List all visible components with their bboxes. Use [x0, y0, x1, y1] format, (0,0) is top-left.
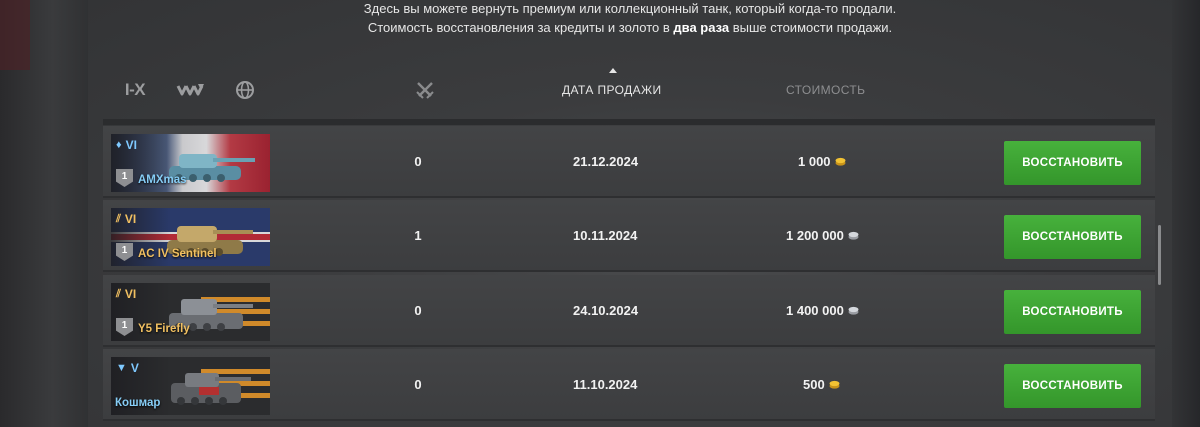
tier-number: VI [125, 138, 137, 152]
restore-button[interactable]: ВОССТАНОВИТЬ [1004, 290, 1141, 334]
tank-card[interactable]: ♦ VI 1 AMXmas [111, 134, 270, 192]
sort-ascending-icon [609, 68, 617, 73]
sort-by-date-header[interactable]: ДАТА ПРОДАЖИ [562, 83, 664, 97]
tank-name: Кошмар [115, 397, 161, 409]
background-right [1172, 0, 1200, 427]
intro-line-2: Стоимость восстановления за кредиты и зо… [88, 19, 1172, 37]
tank-row: ▼ V Кошмар 0 11.10.2024 500 ВОССТАНОВИТЬ [103, 349, 1155, 421]
intro-line-1: Здесь вы можете вернуть премиум или колл… [363, 1, 897, 16]
tank-card[interactable]: ▼ V Кошмар [111, 357, 270, 415]
tank-name: AC IV Sentinel [138, 248, 217, 260]
tier-indicator: ▼ V [116, 361, 139, 375]
sale-date: 24.10.2024 [573, 303, 639, 318]
sort-by-cost-header[interactable]: СТОИМОСТЬ [786, 83, 868, 97]
tier-indicator: ⫽ VI [116, 287, 136, 301]
sale-date: 21.12.2024 [573, 154, 639, 169]
intro-emphasis: два раза [673, 20, 730, 35]
intro-line-2-end: выше стоимости продажи. [729, 20, 893, 35]
header-divider [103, 119, 1155, 125]
tank-name: Y5 Firefly [138, 323, 190, 335]
tank-name: AMXmas [138, 174, 187, 186]
tier-number: VI [124, 287, 137, 301]
tier-filter-button[interactable]: I-X [122, 80, 148, 99]
tier-number: V [130, 361, 139, 375]
tank-row: ♦ VI 1 AMXmas 0 21.12.2024 1 000 ВОССТАН… [103, 126, 1155, 198]
sale-date: 11.10.2024 [573, 377, 638, 392]
restore-cost: 1 000 [798, 154, 846, 169]
restore-cost: 1 200 000 [786, 228, 859, 243]
triangle-down-icon: ▼ [116, 362, 127, 374]
diamond-icon: ♦ [116, 139, 122, 151]
restore-panel: Здесь вы можете вернуть премиум или колл… [88, 0, 1172, 427]
tier-indicator: ♦ VI [116, 138, 137, 152]
chevrons-icon: ⫽ [116, 212, 121, 225]
credits-icon [848, 306, 859, 315]
gold-coin-icon [835, 157, 846, 166]
table-header: I-X ДАТА ПРОДАЖИ СТОИМОСТЬ [88, 68, 1172, 112]
chevrons-icon: ⫽ [116, 287, 121, 300]
tier-indicator: ⫽ VI [116, 212, 136, 226]
tank-image [171, 373, 251, 405]
restore-cost: 1 400 000 [786, 303, 859, 318]
background-left [0, 0, 88, 427]
cost-value: 500 [803, 377, 825, 392]
restore-button[interactable]: ВОССТАНОВИТЬ [1004, 215, 1141, 259]
battles-count: 0 [414, 377, 422, 392]
battles-count: 0 [414, 154, 422, 169]
restore-button[interactable]: ВОССТАНОВИТЬ [1004, 364, 1141, 408]
crossed-swords-icon[interactable] [414, 81, 436, 99]
tank-row: ⫽ VI 1 Y5 Firefly 0 24.10.2024 1 400 000… [103, 275, 1155, 347]
gold-coin-icon [829, 380, 840, 389]
sale-date: 10.11.2024 [573, 228, 638, 243]
tank-card[interactable]: ⫽ VI 1 Y5 Firefly [111, 283, 270, 341]
battles-count: 0 [414, 303, 422, 318]
credits-icon [848, 231, 859, 240]
cost-value: 1 200 000 [786, 228, 844, 243]
restore-cost: 500 [803, 377, 840, 392]
tank-row: ⫽ VI 1 AC IV Sentinel 1 10.11.2024 1 200… [103, 200, 1155, 272]
battles-count: 1 [414, 228, 422, 243]
cost-value: 1 000 [798, 154, 831, 169]
tier-number: VI [124, 212, 137, 226]
intro-line-2-start: Стоимость восстановления за кредиты и зо… [367, 20, 674, 35]
vehicle-type-filter-icon[interactable] [175, 81, 207, 99]
cost-value: 1 400 000 [786, 303, 844, 318]
tank-card[interactable]: ⫽ VI 1 AC IV Sentinel [111, 208, 270, 266]
restore-button[interactable]: ВОССТАНОВИТЬ [1004, 141, 1141, 185]
scrollbar-thumb[interactable] [1158, 225, 1161, 285]
globe-icon[interactable] [234, 81, 256, 99]
